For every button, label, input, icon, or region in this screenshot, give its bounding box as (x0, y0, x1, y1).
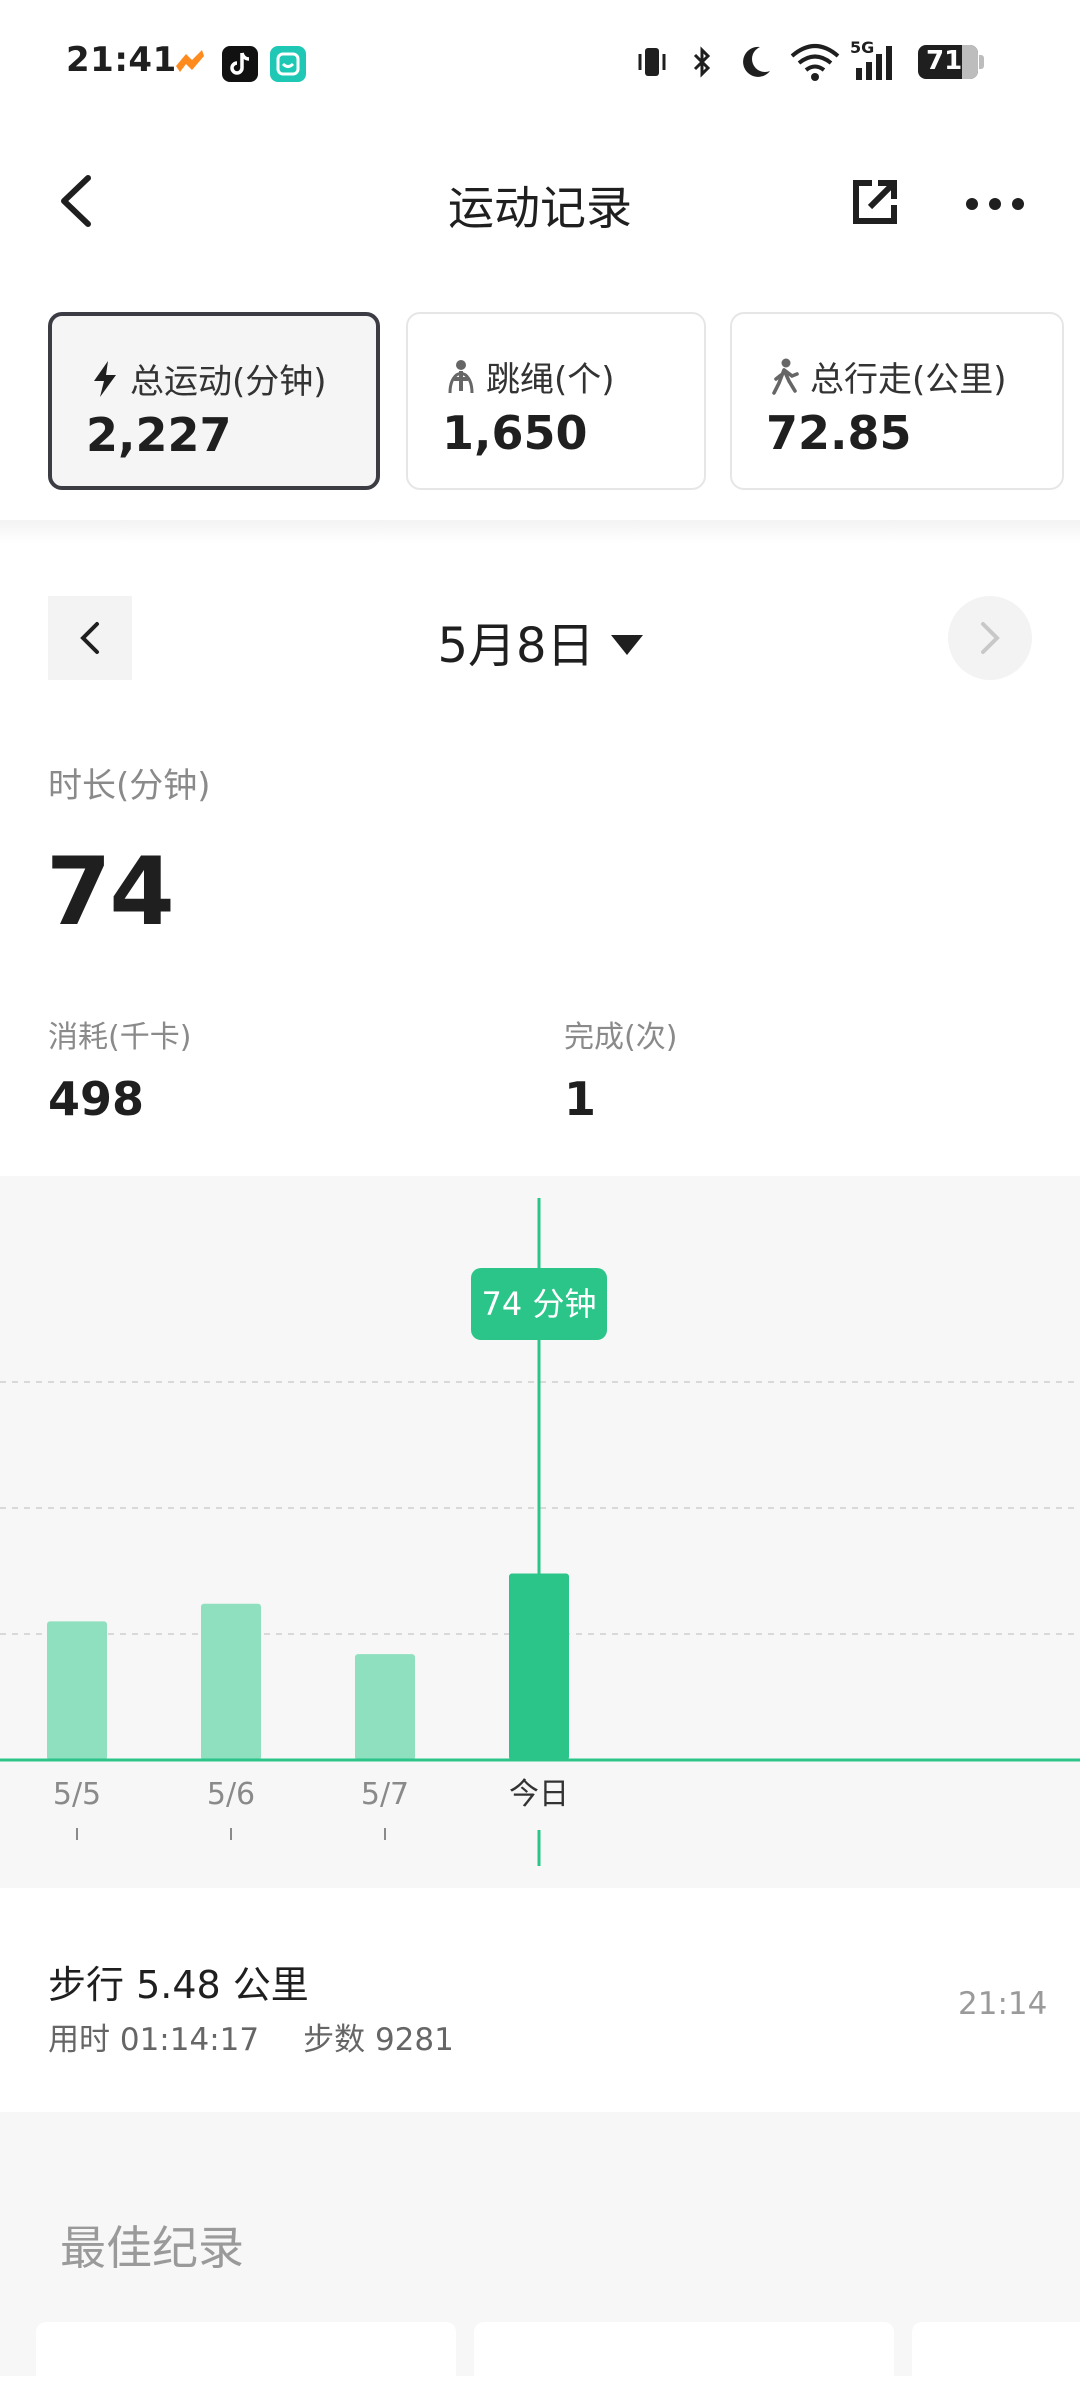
activity-time: 21:14 (958, 1986, 1048, 2022)
vibrate-icon (638, 48, 666, 76)
chevron-right-icon (981, 622, 1000, 654)
tab-label: 跳绳(个) (486, 360, 615, 400)
mi-home-icon (270, 46, 306, 82)
duration-value: 74 (46, 838, 175, 947)
tab-value: 1,650 (442, 406, 588, 460)
more-icon (966, 198, 1024, 210)
bluetooth-icon (693, 46, 711, 78)
x-tick-label: 5/7 (361, 1777, 409, 1812)
wifi-icon (790, 44, 840, 81)
date-selector[interactable]: 5月8日 (0, 606, 1080, 676)
tabs-divider (0, 520, 1080, 544)
bolt-icon (94, 360, 116, 397)
activity-title[interactable]: 步行 5.48 公里 (48, 1954, 309, 2009)
chart-bar (201, 1603, 261, 1760)
battery-level: 71 (926, 46, 963, 76)
status-icons: 5G 71 (632, 38, 984, 82)
date-label: 5月8日 (437, 618, 595, 674)
signal-icon (856, 46, 892, 80)
completed-value: 1 (564, 1072, 597, 1126)
tab-label: 总运动(分钟) (130, 362, 327, 402)
share-button[interactable] (848, 175, 902, 229)
tab-total-exercise[interactable]: 总运动(分钟) 2,227 (48, 312, 380, 490)
moon-icon (743, 46, 770, 77)
activity-duration: 用时 01:14:17 (48, 2022, 260, 2058)
page-title: 运动记录 (448, 181, 632, 235)
chart-tooltip-label: 74 分钟 (482, 1285, 597, 1323)
caret-down-icon (610, 635, 643, 655)
calories-label: 消耗(千卡) (48, 1020, 192, 1055)
chart-bar (47, 1621, 107, 1760)
tab-label: 总行走(公里) (810, 360, 1007, 400)
x-tick-label: 5/5 (53, 1777, 101, 1812)
status-time: 21:41 (66, 40, 177, 80)
share-icon (853, 180, 897, 224)
tab-jump-rope[interactable]: 跳绳(个) 1,650 (406, 312, 706, 490)
next-day-button[interactable] (948, 596, 1032, 680)
more-button[interactable] (964, 196, 1026, 212)
tiktok-icon (222, 46, 258, 82)
completed-label: 完成(次) (564, 1020, 678, 1055)
exercise-chart[interactable]: 5/5 5/6 5/7 今日 74 分钟 (0, 1176, 1080, 1888)
chart-svg: 5/5 5/6 5/7 今日 74 分钟 (0, 1198, 1080, 1866)
chart-bar (355, 1654, 415, 1760)
best-record-card[interactable] (912, 2322, 1080, 2402)
tab-total-walk[interactable]: 总行走(公里) 72.85 (730, 312, 1064, 490)
best-record-card[interactable] (474, 2322, 894, 2402)
walk-icon (772, 358, 799, 395)
activity-details: 用时 01:14:17 步数 9281 (48, 2014, 498, 2059)
duration-label: 时长(分钟) (48, 766, 211, 806)
battery-icon: 71 (918, 45, 984, 79)
best-record-title: 最佳纪录 (60, 2221, 244, 2275)
best-record-card[interactable] (36, 2322, 456, 2402)
tab-value: 2,227 (86, 408, 232, 462)
activity-steps: 步数 9281 (303, 2022, 454, 2058)
app-notification-icon (172, 46, 208, 82)
x-tick-label: 今日 (509, 1777, 569, 1812)
tab-value: 72.85 (766, 406, 912, 460)
jump-rope-icon (448, 359, 474, 393)
x-tick-label: 5/6 (207, 1777, 255, 1812)
calories-value: 498 (48, 1072, 145, 1126)
